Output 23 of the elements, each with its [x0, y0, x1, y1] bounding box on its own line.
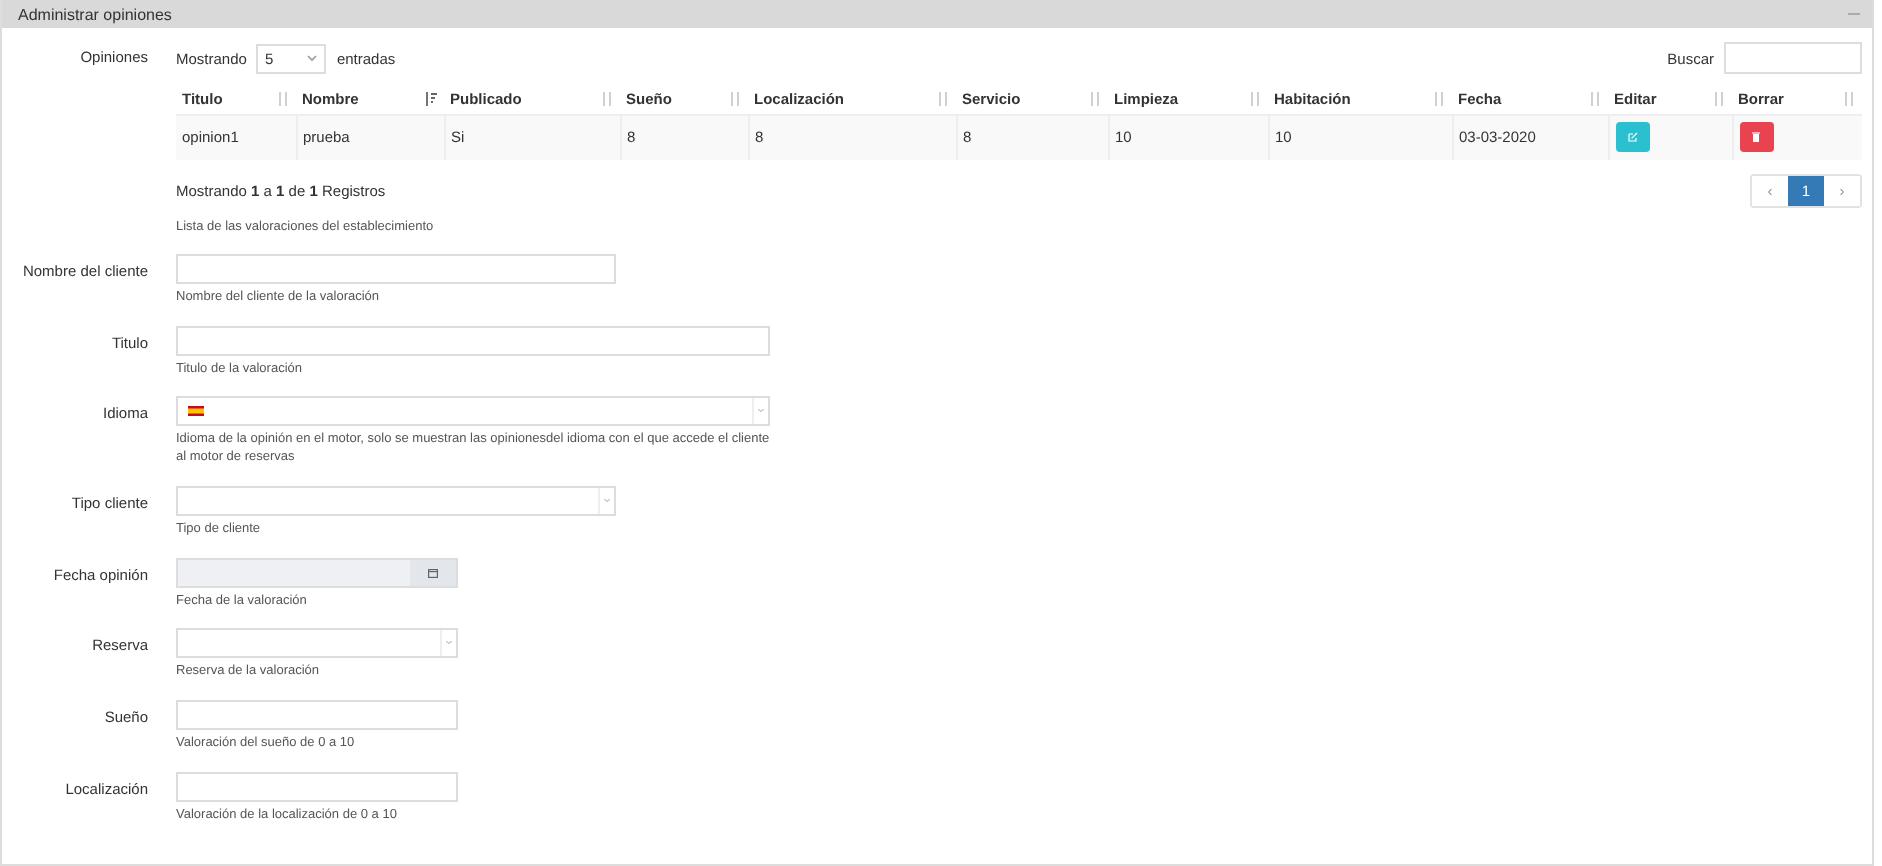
sort-icon[interactable] [424, 92, 438, 107]
select-field[interactable] [176, 485, 616, 516]
calendar-icon [428, 567, 438, 578]
caret-icon [752, 398, 768, 425]
panel-title: Administrar opiniones [18, 5, 172, 23]
minimize-icon[interactable] [1848, 12, 1860, 16]
calendar-button[interactable] [410, 559, 456, 586]
select-field[interactable] [176, 396, 770, 427]
select-field[interactable] [176, 628, 458, 659]
input-field[interactable] [176, 325, 770, 356]
search-field[interactable] [1724, 42, 1862, 74]
edit-icon [1627, 132, 1637, 143]
trash-icon [1752, 132, 1760, 143]
caret-icon [440, 630, 456, 657]
date-field[interactable] [176, 557, 458, 588]
input-field[interactable] [176, 253, 616, 284]
caret-icon [306, 52, 319, 64]
flag-icon [188, 406, 204, 417]
edit-button[interactable] [1615, 122, 1649, 153]
caret-icon [598, 487, 614, 514]
delete-button[interactable] [1739, 122, 1773, 153]
input-field[interactable] [176, 771, 458, 802]
input-field[interactable] [176, 700, 458, 731]
